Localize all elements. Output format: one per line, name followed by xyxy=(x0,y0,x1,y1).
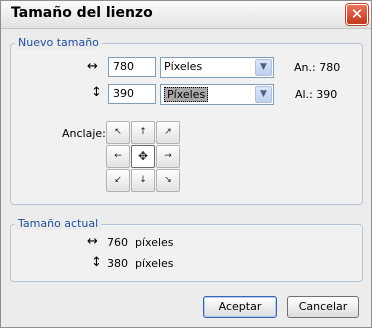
height-arrow-icon: ↕ xyxy=(91,85,102,100)
anchor-label: Anclaje: xyxy=(62,127,106,140)
current-width-arrow-icon: ↔ xyxy=(87,234,98,249)
new-size-group: Nuevo tamaño ↔ 780 Píxeles ▼ An.: 780 ↕ … xyxy=(10,36,363,205)
anchor-grid: ↖ ↑ ↗ ← ✥ → ↙ ↓ ↘ xyxy=(106,121,180,192)
anchor-top-center[interactable]: ↑ xyxy=(131,121,155,144)
chevron-down-icon[interactable]: ▼ xyxy=(255,86,272,103)
anchor-top-right[interactable]: ↗ xyxy=(156,121,180,144)
anchor-bottom-center[interactable]: ↓ xyxy=(131,169,155,192)
anchor-center[interactable]: ✥ xyxy=(131,145,155,168)
height-unit-select[interactable]: Píxeles ▼ xyxy=(160,84,274,105)
current-width: 760 píxeles xyxy=(107,236,174,249)
current-height-arrow-icon: ↕ xyxy=(91,255,102,270)
anchor-top-left[interactable]: ↖ xyxy=(106,121,130,144)
close-glyph: ✕ xyxy=(350,5,364,23)
anchor-bottom-left[interactable]: ↙ xyxy=(106,169,130,192)
height-unit-value: Píxeles xyxy=(164,87,209,102)
width-unit-select[interactable]: Píxeles ▼ xyxy=(160,57,274,78)
cancel-button[interactable]: Cancelar xyxy=(287,296,359,318)
width-arrow-icon: ↔ xyxy=(87,59,98,74)
height-readout: Al.: 390 xyxy=(295,88,338,101)
accept-button[interactable]: Aceptar xyxy=(203,296,277,318)
width-readout: An.: 780 xyxy=(294,61,341,74)
current-height: 380 píxeles xyxy=(107,257,174,270)
anchor-middle-right[interactable]: → xyxy=(156,145,180,168)
close-icon[interactable]: ✕ xyxy=(346,4,368,25)
canvas-size-dialog: Tamaño del lienzo ✕ Nuevo tamaño ↔ 780 P… xyxy=(0,0,372,328)
chevron-down-icon[interactable]: ▼ xyxy=(255,59,272,76)
width-input[interactable]: 780 xyxy=(108,57,156,77)
new-size-legend: Nuevo tamaño xyxy=(15,36,102,49)
anchor-bottom-right[interactable]: ↘ xyxy=(156,169,180,192)
anchor-middle-left[interactable]: ← xyxy=(106,145,130,168)
height-input[interactable]: 390 xyxy=(108,84,156,104)
title-bar[interactable]: Tamaño del lienzo ✕ xyxy=(1,1,371,29)
current-size-group: Tamaño actual ↔ 760 píxeles ↕ 380 píxele… xyxy=(10,217,363,282)
current-size-legend: Tamaño actual xyxy=(15,217,102,230)
width-unit-value: Píxeles xyxy=(164,60,203,73)
dialog-title: Tamaño del lienzo xyxy=(11,5,153,21)
